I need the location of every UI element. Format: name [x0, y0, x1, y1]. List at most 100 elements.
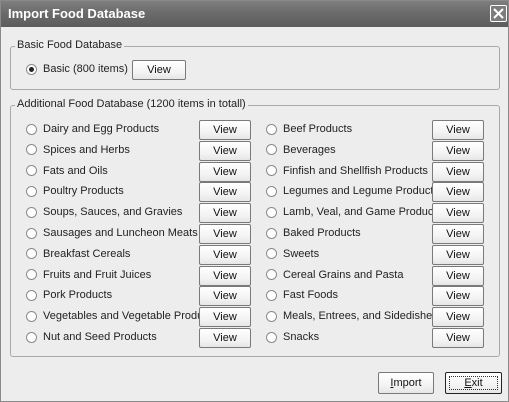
- category-label: Sausages and Luncheon Meats: [43, 227, 198, 239]
- additional-group-legend: Additional Food Database (1200 items in …: [15, 98, 248, 110]
- view-category-button[interactable]: View: [199, 203, 251, 224]
- category-radio[interactable]: Beverages: [266, 143, 336, 157]
- category-radio[interactable]: Breakfast Cereals: [26, 247, 130, 261]
- view-category-button[interactable]: View: [432, 120, 484, 140]
- category-label: Dairy and Egg Products: [43, 123, 160, 135]
- category-radio[interactable]: Sweets: [266, 247, 319, 261]
- category-radio[interactable]: Fats and Oils: [26, 164, 108, 178]
- category-label: Breakfast Cereals: [43, 247, 131, 260]
- view-category-button[interactable]: View: [199, 328, 251, 348]
- category-radio[interactable]: Vegetables and Vegetable Products: [26, 309, 217, 323]
- radio-icon: [266, 227, 277, 239]
- close-button[interactable]: [490, 5, 507, 22]
- view-category-button[interactable]: View: [199, 244, 251, 265]
- view-category-button[interactable]: View: [432, 286, 484, 307]
- radio-icon: [266, 165, 277, 177]
- category-label: Pork Products: [43, 289, 113, 302]
- radio-icon: [26, 144, 37, 156]
- view-category-button[interactable]: View: [199, 182, 251, 203]
- radio-icon: [266, 248, 277, 260]
- category-radio[interactable]: Nut and Seed Products: [26, 330, 157, 344]
- radio-icon: [26, 63, 37, 75]
- view-category-button[interactable]: View: [432, 244, 484, 265]
- category-radio[interactable]: Snacks: [266, 330, 319, 344]
- category-radio[interactable]: Beef Products: [266, 122, 352, 136]
- category-label: Vegetables and Vegetable Products: [43, 310, 218, 323]
- radio-icon: [266, 310, 277, 322]
- radio-icon: [26, 331, 37, 343]
- view-category-button[interactable]: View: [432, 224, 484, 244]
- view-category-button[interactable]: View: [432, 307, 484, 328]
- title-bar[interactable]: Import Food Database: [1, 1, 508, 27]
- category-radio[interactable]: Sausages and Luncheon Meats: [26, 226, 198, 240]
- window-title: Import Food Database: [8, 6, 146, 21]
- category-label: Snacks: [283, 331, 320, 343]
- category-label: Beef Products: [283, 123, 353, 135]
- exit-button[interactable]: Exit: [445, 372, 502, 394]
- radio-icon: [266, 123, 277, 135]
- category-label: Lamb, Veal, and Game Products: [283, 206, 442, 219]
- category-label: Sweets: [283, 247, 320, 260]
- category-radio[interactable]: Baked Products: [266, 226, 361, 240]
- radio-icon: [266, 289, 277, 301]
- close-icon: [493, 8, 504, 19]
- view-category-button[interactable]: View: [199, 265, 251, 286]
- category-radio[interactable]: Finfish and Shellfish Products: [266, 164, 428, 178]
- view-category-button[interactable]: View: [199, 161, 251, 182]
- view-category-button[interactable]: View: [199, 224, 251, 244]
- category-label: Fast Foods: [283, 289, 339, 302]
- category-label: Baked Products: [283, 227, 361, 239]
- category-label: Legumes and Legume Products: [283, 185, 439, 198]
- category-radio[interactable]: Fruits and Fruit Juices: [26, 268, 151, 282]
- category-label: Cereal Grains and Pasta: [283, 268, 404, 281]
- view-category-button[interactable]: View: [432, 161, 484, 182]
- additional-food-database-group: Additional Food Database (1200 items in …: [10, 98, 500, 357]
- category-radio[interactable]: Spices and Herbs: [26, 143, 130, 157]
- category-label: Fats and Oils: [43, 164, 108, 177]
- category-radio[interactable]: Pork Products: [26, 288, 112, 302]
- category-radio[interactable]: Soups, Sauces, and Gravies: [26, 205, 182, 219]
- basic-group-legend: Basic Food Database: [15, 39, 125, 51]
- category-radio[interactable]: Lamb, Veal, and Game Products: [266, 205, 442, 219]
- category-label: Beverages: [283, 143, 336, 156]
- category-label: Fruits and Fruit Juices: [43, 268, 152, 281]
- view-category-button[interactable]: View: [432, 328, 484, 348]
- category-radio[interactable]: Dairy and Egg Products: [26, 122, 159, 136]
- radio-icon: [266, 269, 277, 281]
- category-radio[interactable]: Legumes and Legume Products: [266, 184, 439, 198]
- category-label: Poultry Products: [43, 185, 124, 198]
- view-category-button[interactable]: View: [199, 307, 251, 328]
- radio-icon: [26, 248, 37, 260]
- category-label: Meals, Entrees, and Sidedishes: [283, 310, 438, 323]
- category-radio[interactable]: Meals, Entrees, and Sidedishes: [266, 309, 438, 323]
- category-radio[interactable]: Poultry Products: [26, 184, 124, 198]
- radio-icon: [26, 269, 37, 281]
- category-label: Finfish and Shellfish Products: [283, 164, 428, 177]
- basic-food-database-group: Basic Food Database Basic (800 items) Vi…: [10, 39, 500, 90]
- radio-icon: [26, 123, 37, 135]
- view-category-button[interactable]: View: [432, 140, 484, 161]
- category-radio[interactable]: Fast Foods: [266, 288, 338, 302]
- view-category-button[interactable]: View: [432, 265, 484, 286]
- view-category-button[interactable]: View: [199, 286, 251, 307]
- import-button[interactable]: Import: [378, 372, 434, 394]
- radio-icon: [26, 289, 37, 301]
- radio-icon: [266, 185, 277, 197]
- radio-icon: [26, 310, 37, 322]
- view-category-button[interactable]: View: [432, 182, 484, 203]
- radio-basic[interactable]: Basic (800 items): [26, 62, 128, 76]
- view-category-button[interactable]: View: [199, 140, 251, 161]
- view-category-button[interactable]: View: [432, 203, 484, 224]
- radio-icon: [266, 331, 277, 343]
- radio-icon: [26, 206, 37, 218]
- category-label: Nut and Seed Products: [43, 331, 157, 343]
- category-radio[interactable]: Cereal Grains and Pasta: [266, 268, 403, 282]
- radio-basic-label: Basic (800 items): [43, 63, 128, 75]
- radio-icon: [26, 185, 37, 197]
- radio-icon: [26, 165, 37, 177]
- view-basic-button[interactable]: View: [132, 60, 186, 80]
- view-category-button[interactable]: View: [199, 120, 251, 140]
- radio-icon: [26, 227, 37, 239]
- import-food-database-dialog: Import Food Database Basic Food Database…: [0, 0, 509, 402]
- focus-rect: [449, 376, 498, 390]
